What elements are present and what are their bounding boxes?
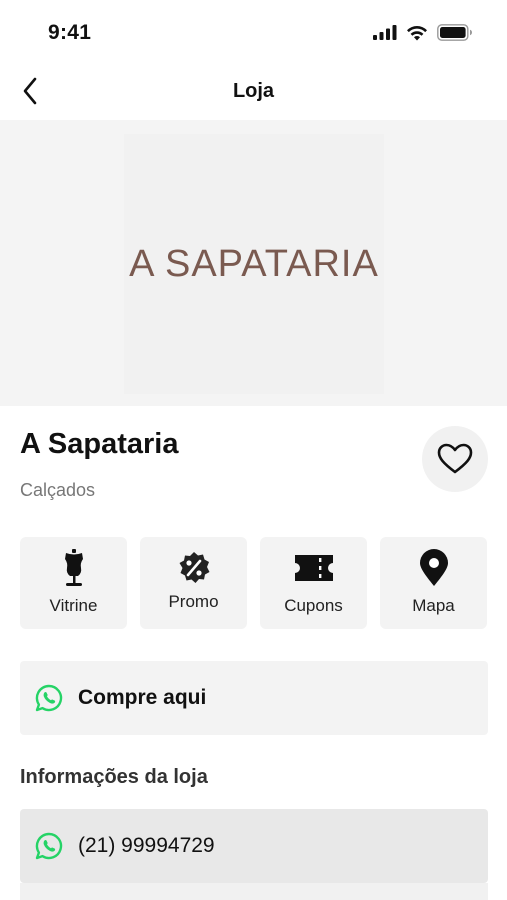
store-actions: Vitrine Promo Cupons Mapa — [20, 537, 488, 629]
action-promo[interactable]: Promo — [140, 537, 247, 629]
nav-bar: Loja — [0, 62, 507, 120]
action-label: Cupons — [284, 596, 343, 615]
status-time: 9:41 — [48, 21, 92, 44]
store-logo: A SAPATARIA — [124, 134, 384, 394]
action-vitrine[interactable]: Vitrine — [20, 537, 127, 629]
phone-row[interactable]: (21) 99994729 — [20, 809, 488, 883]
status-icons — [373, 24, 473, 41]
buy-here-button[interactable]: Compre aqui — [20, 661, 488, 735]
ticket-icon — [294, 555, 333, 581]
action-label: Vitrine — [49, 596, 98, 615]
wifi-icon — [407, 25, 427, 40]
store-info-heading: Informações da loja — [20, 766, 208, 788]
cellular-signal-icon — [373, 25, 397, 40]
action-mapa[interactable]: Mapa — [380, 537, 487, 629]
mannequin-icon — [64, 549, 83, 586]
phone-number: (21) 99994729 — [78, 834, 215, 857]
action-cupons[interactable]: Cupons — [260, 537, 367, 629]
page-title: Loja — [232, 80, 275, 102]
buy-here-label: Compre aqui — [78, 686, 207, 709]
map-pin-icon — [419, 549, 448, 586]
discount-badge-icon — [179, 552, 209, 583]
whatsapp-icon — [35, 684, 63, 712]
favorite-button[interactable] — [422, 426, 488, 492]
store-logo-text: A SAPATARIA — [129, 242, 379, 285]
whatsapp-icon — [35, 832, 63, 860]
store-name: A Sapataria — [20, 428, 179, 460]
store-banner: A SAPATARIA — [0, 120, 507, 406]
heart-icon — [437, 443, 473, 474]
action-label: Mapa — [412, 596, 455, 615]
info-row-partial — [20, 883, 488, 900]
status-bar: 9:41 — [0, 0, 507, 60]
battery-icon — [437, 24, 472, 41]
store-category: Calçados — [20, 480, 96, 500]
action-label: Promo — [168, 592, 219, 611]
